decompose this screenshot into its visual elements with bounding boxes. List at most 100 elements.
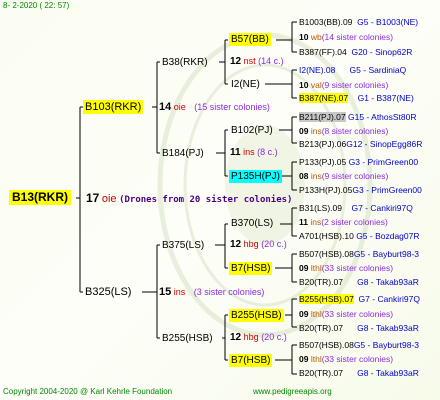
- queen-b7-a[interactable]: B7(HSB): [229, 262, 273, 275]
- leaf-b1003[interactable]: B1003(BB).09 G5 - B1003(NE): [299, 16, 418, 28]
- queen-b325[interactable]: B325(LS): [83, 285, 133, 299]
- g1-1-note: (3 sister colonies): [193, 287, 265, 297]
- leaf-stats-4-code: val: [310, 80, 322, 90]
- leaf-p133[interactable]: P133(PJ).05 G3 - PrimGreen00: [299, 156, 418, 168]
- root-drones-note: (Drones from 20 sister colonies): [119, 195, 293, 205]
- leaf-b387ff-extra: G20 - Sinop62R: [351, 47, 413, 57]
- leaf-b20-c-name: B20(TR).07: [299, 368, 343, 378]
- g2-1-note: (8 c.): [257, 147, 278, 157]
- queen-b370[interactable]: B370(LS): [229, 217, 275, 230]
- leaf-b387ff[interactable]: B387(FF).04 G20 - Sinop62R: [299, 46, 412, 58]
- leaf-stats-7-code: ins: [310, 126, 322, 136]
- g1-0-code: oie: [173, 102, 186, 112]
- leaf-stats-19-code: lthl: [310, 309, 322, 319]
- leaf-b507-b-extra: G5 - Bayburt98-3: [353, 340, 420, 350]
- g1-1-count: 15: [159, 286, 172, 298]
- queen-b57[interactable]: B57(BB): [229, 33, 271, 46]
- root-stats: 17 oie (Drones from 20 sister colonies): [86, 191, 292, 205]
- leaf-b387ne[interactable]: B387(NE).07 G1 - B387(NE): [299, 92, 414, 104]
- queen-b7-b[interactable]: B7(HSB): [229, 354, 273, 367]
- leaf-i2-extra: G5 - SardiniaQ: [349, 65, 407, 75]
- root-code: oie: [101, 193, 117, 205]
- leaf-b507-b-name: B507(HSB).08: [299, 340, 354, 350]
- leaf-stats-4-note: (9 sister colonies): [321, 80, 389, 90]
- leaf-b20-c[interactable]: B20(TR).07 G8 - Takab93aR: [299, 367, 419, 379]
- footer-copyright: Copyright 2004-2020 @ Karl Kehrle Founda…: [3, 387, 173, 396]
- leaf-b213-name: B213(PJ).06: [299, 139, 347, 149]
- leaf-b20-b-extra: G8 - Takab93aR: [357, 323, 419, 333]
- queen-b184[interactable]: B184(PJ): [160, 147, 206, 160]
- leaf-i2[interactable]: I2(NE).08 G5 - SardiniaQ: [299, 64, 406, 76]
- footer-site-link[interactable]: www.pedigreeapis.org: [253, 387, 332, 396]
- leaf-b1003-name: B1003(BB).09: [299, 17, 353, 27]
- leaf-b213[interactable]: B213(PJ).06G12 - SinopEgg86R: [299, 138, 422, 150]
- leaf-stats-7-note: (8 sister colonies): [321, 126, 389, 136]
- g1-0-note: (15 sister colonies): [194, 102, 270, 112]
- leaf-stats-4: 10 val(9 sister colonies): [299, 79, 388, 91]
- leaf-stats-16-code: lthl: [310, 263, 322, 273]
- g2-0-code: nst: [243, 56, 256, 66]
- leaf-b20-b[interactable]: B20(TR).07 G8 - Takab93aR: [299, 322, 419, 334]
- root-queen[interactable]: B13(RKR): [9, 190, 72, 205]
- g2-2-note: (20 c.): [261, 239, 287, 249]
- leaf-b20-a[interactable]: B20(TR).07 G8 - Takab93aR: [299, 276, 419, 288]
- queen-b102[interactable]: B102(PJ): [229, 124, 275, 137]
- leaf-stats-1-note: (14 sister colonies): [321, 32, 394, 42]
- leaf-p133h[interactable]: P133H(PJ).05G3 - PrimGreen00: [299, 184, 422, 196]
- leaf-stats-4-count: 10: [299, 80, 309, 90]
- leaf-b211-name: B211(PJ).07: [299, 112, 346, 122]
- leaf-b507-a-extra: G5 - Bayburt98-3: [353, 249, 420, 259]
- g2-0-stats: 12 nst (14 c.): [230, 56, 284, 67]
- leaf-b20-a-name: B20(TR).07: [299, 277, 343, 287]
- queen-b103[interactable]: B103(RKR): [83, 100, 144, 114]
- queen-b255-g3[interactable]: B255(HSB): [229, 309, 284, 322]
- g2-3-count: 12: [230, 332, 242, 343]
- g2-0-count: 12: [230, 56, 242, 67]
- leaf-b507-a[interactable]: B507(HSB).08G5 - Bayburt98-3: [299, 248, 419, 260]
- queen-p135h[interactable]: P135H(PJ): [229, 170, 282, 183]
- leaf-stats-13-note: (2 sister colonies): [321, 217, 388, 227]
- leaf-stats-22-code: lthl: [310, 354, 322, 364]
- leaf-stats-7-count: 09: [299, 126, 309, 136]
- leaf-b255[interactable]: B255(HSB).07 G7 - Cankiri97Q: [299, 293, 420, 305]
- leaf-p133-name: P133(PJ).05: [299, 157, 347, 167]
- leaf-a701-extra: G5 - Bozdag07R: [356, 231, 420, 241]
- leaf-b387ff-name: B387(FF).04: [299, 47, 347, 57]
- leaf-p133h-extra: G3 - PrimGreen00: [352, 185, 422, 195]
- leaf-b31-name: B31(LS).09: [299, 203, 342, 213]
- leaf-stats-10-note: (9 sister colonies): [321, 171, 389, 181]
- leaf-stats-19-count: 09: [299, 309, 309, 319]
- queen-b255[interactable]: B255(HSB): [160, 332, 215, 345]
- pedigree-canvas: 8- 2-2020 ( 22: 57) B13(RKR) 17 oie (Dro…: [0, 0, 440, 400]
- queen-b38[interactable]: B38(RKR): [160, 56, 210, 69]
- g2-2-stats: 12 hbg (20 c.): [230, 239, 287, 250]
- g1-1-stats: 15 ins (3 sister colonies): [159, 286, 264, 298]
- g2-2-count: 12: [230, 239, 242, 250]
- g2-1-stats: 11 ins (8 c.): [230, 147, 278, 158]
- leaf-stats-1: 10 wb(14 sister colonies): [299, 31, 393, 43]
- leaf-stats-16-note: (33 sister colonies): [321, 263, 394, 273]
- queen-b375[interactable]: B375(LS): [160, 239, 206, 252]
- leaf-stats-10-code: ins: [310, 171, 322, 181]
- leaf-stats-13-code: ins: [310, 217, 322, 227]
- leaf-stats-13-count: 11: [299, 217, 308, 227]
- leaf-b211[interactable]: B211(PJ).07 G15 - AthosSt80R: [299, 111, 417, 123]
- leaf-b507-b[interactable]: B507(HSB).08G5 - Bayburt98-3: [299, 339, 419, 351]
- leaf-b20-a-extra: G8 - Takab93aR: [357, 277, 419, 287]
- g1-0-stats: 14 oie (15 sister colonies): [159, 101, 270, 113]
- leaf-b31-extra: G7 - Cankiri97Q: [351, 203, 413, 213]
- leaf-p133h-name: P133H(PJ).05: [299, 185, 353, 195]
- leaf-stats-13: 11 ins(2 sister colonies): [299, 216, 388, 228]
- leaf-b1003-extra: G5 - B1003(NE): [357, 17, 419, 27]
- leaf-b31[interactable]: B31(LS).09 G7 - Cankiri97Q: [299, 202, 413, 214]
- leaf-b507-a-name: B507(HSB).08: [299, 249, 354, 259]
- g2-3-note: (20 c.): [261, 332, 287, 342]
- leaf-p133-extra: G3 - PrimGreen00: [348, 157, 419, 167]
- g2-3-code: hbg: [243, 332, 259, 342]
- leaf-a701[interactable]: A701(HSB).10 G5 - Bozdag07R: [299, 230, 420, 242]
- leaf-b211-extra: G15 - AthosSt80R: [348, 112, 417, 122]
- leaf-stats-22-note: (33 sister colonies): [321, 354, 394, 364]
- g2-1-code: ins: [243, 147, 255, 157]
- g2-2-code: hbg: [243, 239, 259, 249]
- queen-i2[interactable]: I2(NE): [229, 78, 262, 91]
